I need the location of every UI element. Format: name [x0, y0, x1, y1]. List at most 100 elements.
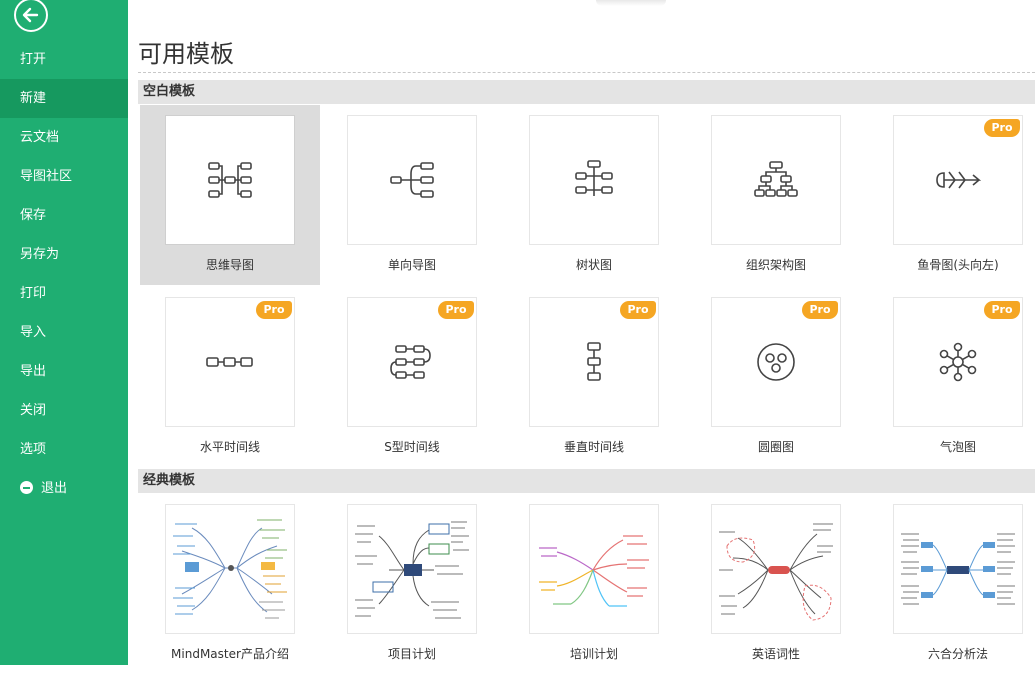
template-label: 水平时间线 [199, 440, 260, 454]
template-card [711, 504, 841, 634]
sidebar: 打开 新建 云文档 导图社区 保存 另存为 打印 导入 导出 关闭 选项 退出 [0, 0, 128, 665]
template-circle-map[interactable]: Pro 圆圈图 [686, 287, 866, 467]
tree-map-icon [575, 160, 613, 196]
sidebar-item-close[interactable]: 关闭 [0, 391, 128, 430]
pro-badge: Pro [620, 301, 656, 319]
template-card [165, 504, 295, 634]
template-label: 思维导图 [205, 258, 254, 272]
template-label: 组织架构图 [745, 258, 806, 272]
pro-badge: Pro [802, 301, 838, 319]
template-card: Pro [529, 297, 659, 427]
sidebar-item-label: 导出 [20, 364, 47, 379]
thumbnail-english-pos [719, 523, 833, 621]
sidebar-menu: 打开 新建 云文档 导图社区 保存 另存为 打印 导入 导出 关闭 选项 退出 [0, 40, 128, 508]
template-project-plan[interactable]: 项目计划 [322, 494, 502, 674]
template-label: S型时间线 [384, 440, 440, 454]
divider [138, 72, 1035, 73]
sidebar-item-import[interactable]: 导入 [0, 313, 128, 352]
sidebar-item-new[interactable]: 新建 [0, 79, 128, 118]
thumbnail-product-intro [173, 519, 287, 619]
section-header-blank: 空白模板 [138, 80, 1035, 104]
template-card: Pro [347, 297, 477, 427]
template-label: 圆圈图 [757, 440, 794, 454]
template-label: 英语词性 [751, 647, 800, 661]
horizontal-timeline-icon [206, 357, 253, 367]
pro-badge: Pro [438, 301, 474, 319]
sidebar-item-label: 关闭 [20, 403, 47, 418]
sidebar-item-options[interactable]: 选项 [0, 430, 128, 469]
sidebar-item-exit[interactable]: 退出 [0, 469, 128, 508]
thumbnail-training-plan [539, 535, 649, 607]
template-card [529, 115, 659, 245]
template-card: Pro [711, 297, 841, 427]
template-label: MindMaster产品介绍 [171, 647, 289, 661]
template-bubble-map[interactable]: Pro 气泡图 [868, 287, 1035, 467]
sidebar-item-community[interactable]: 导图社区 [0, 157, 128, 196]
vertical-timeline-icon [587, 342, 601, 381]
template-card [711, 115, 841, 245]
template-fishbone[interactable]: Pro 鱼骨图(头向左) [868, 105, 1035, 285]
template-card [347, 504, 477, 634]
pro-badge: Pro [984, 301, 1020, 319]
template-org-chart[interactable]: 组织架构图 [686, 105, 866, 285]
pro-badge: Pro [984, 119, 1020, 137]
page-title: 可用模板 [138, 40, 234, 68]
sidebar-item-save[interactable]: 保存 [0, 196, 128, 235]
circle-map-icon [757, 343, 795, 381]
sidebar-item-open[interactable]: 打开 [0, 40, 128, 79]
template-product-intro[interactable]: MindMaster产品介绍 [140, 494, 320, 674]
template-training-plan[interactable]: 培训计划 [504, 494, 684, 674]
template-card: Pro [893, 115, 1023, 245]
sidebar-item-label: 新建 [20, 91, 47, 106]
template-label: 垂直时间线 [563, 440, 624, 454]
template-mindmap[interactable]: 思维导图 [140, 105, 320, 285]
arrow-left-icon [22, 7, 39, 23]
template-label: 项目计划 [387, 647, 436, 661]
mindmap-icon [208, 162, 252, 198]
sidebar-item-cloud-docs[interactable]: 云文档 [0, 118, 128, 157]
s-timeline-icon [390, 345, 431, 379]
template-card: Pro [165, 297, 295, 427]
template-vertical-timeline[interactable]: Pro 垂直时间线 [504, 287, 684, 467]
main-panel: 可用模板 空白模板 思维导图 单向导图 树状图 组织架构图 Pro 鱼骨图(头向… [128, 0, 1035, 665]
sidebar-item-label: 打印 [20, 286, 47, 301]
template-card [165, 115, 295, 245]
sidebar-item-label: 退出 [41, 481, 68, 496]
template-card: Pro [893, 297, 1023, 427]
thumbnail-project-plan [355, 521, 469, 619]
template-six-analysis[interactable]: 六合分析法 [868, 494, 1035, 674]
template-right-map[interactable]: 单向导图 [322, 105, 502, 285]
back-button[interactable] [14, 0, 48, 32]
bubble-map-icon [939, 342, 977, 382]
pro-badge: Pro [256, 301, 292, 319]
template-label: 单向导图 [387, 258, 436, 272]
template-card [893, 504, 1023, 634]
org-chart-icon [754, 161, 798, 197]
template-label: 鱼骨图(头向左) [917, 258, 999, 272]
sidebar-item-label: 导图社区 [20, 169, 73, 184]
template-english-pos[interactable]: 英语词性 [686, 494, 866, 674]
sidebar-item-label: 打开 [20, 52, 47, 67]
sidebar-item-print[interactable]: 打印 [0, 274, 128, 313]
sidebar-item-label: 另存为 [20, 247, 60, 262]
top-decoration [596, 0, 666, 6]
template-card [529, 504, 659, 634]
template-label: 气泡图 [939, 440, 976, 454]
right-map-icon [390, 162, 434, 198]
exit-icon [20, 481, 33, 494]
sidebar-item-label: 云文档 [20, 130, 60, 145]
template-card [347, 115, 477, 245]
template-label: 树状图 [575, 258, 612, 272]
template-label: 培训计划 [569, 647, 618, 661]
thumbnail-six-analysis [901, 533, 1015, 605]
template-horizontal-timeline[interactable]: Pro 水平时间线 [140, 287, 320, 467]
template-tree-map[interactable]: 树状图 [504, 105, 684, 285]
sidebar-item-save-as[interactable]: 另存为 [0, 235, 128, 274]
sidebar-item-label: 保存 [20, 208, 47, 223]
template-s-timeline[interactable]: Pro S型时间线 [322, 287, 502, 467]
sidebar-item-export[interactable]: 导出 [0, 352, 128, 391]
section-header-classic: 经典模板 [138, 469, 1035, 493]
sidebar-item-label: 选项 [20, 442, 47, 457]
template-label: 六合分析法 [927, 647, 988, 661]
fishbone-icon [936, 171, 981, 189]
